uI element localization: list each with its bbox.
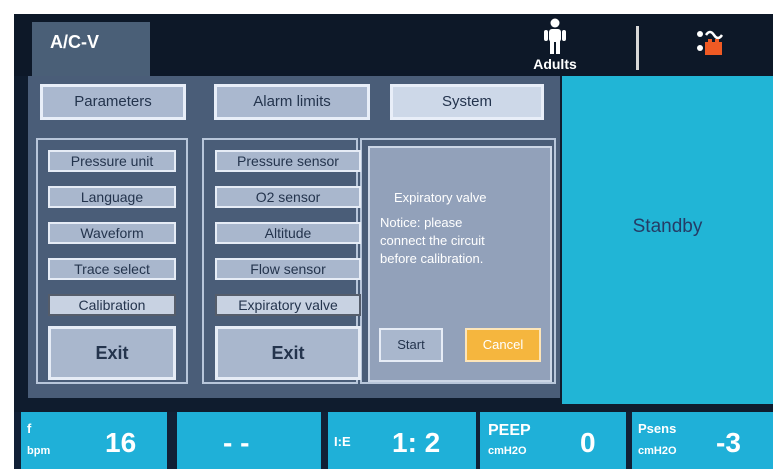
- calibration-notice: Notice: please connect the circuit befor…: [380, 215, 485, 266]
- param-rate-unit: bpm: [27, 445, 51, 457]
- param-ie-label: I:E: [334, 434, 351, 449]
- flow-sensor-button[interactable]: Flow sensor: [215, 258, 361, 280]
- parameter-bar: f bpm 16 - - I:E 1: 2 PEEP cmH2O 0 Psens…: [14, 412, 773, 469]
- altitude-button[interactable]: Altitude: [215, 222, 361, 244]
- tab-system[interactable]: System: [390, 84, 544, 120]
- calibration-dialog: Expiratory valve Notice: please connect …: [368, 146, 552, 382]
- param-rate-label: f: [27, 421, 32, 436]
- ac-battery-power-icon: [697, 30, 724, 55]
- cancel-button[interactable]: Cancel: [465, 328, 541, 362]
- ventilator-screen: A/C-V Adults Parameters Alarm limits Sys…: [14, 14, 773, 469]
- param-empty[interactable]: - -: [177, 412, 321, 469]
- patient-type[interactable]: Adults: [524, 18, 586, 74]
- exit-button-middle[interactable]: Exit: [215, 326, 361, 380]
- top-bar: A/C-V Adults: [14, 14, 773, 76]
- param-ie-ratio[interactable]: I:E 1: 2: [328, 412, 476, 469]
- param-ie-value: 1: 2: [392, 427, 441, 458]
- param-peep-value: 0: [580, 427, 596, 458]
- patient-type-label: Adults: [533, 56, 577, 72]
- settings-panel: Parameters Alarm limits System Pressure …: [28, 76, 560, 398]
- param-peep-unit: cmH2O: [488, 445, 527, 457]
- pressure-unit-button[interactable]: Pressure unit: [48, 150, 176, 172]
- calibration-title: Expiratory valve: [394, 190, 487, 205]
- param-psens-value: -3: [716, 427, 741, 458]
- status-display: Standby: [562, 76, 773, 404]
- param-empty-value: - -: [223, 427, 250, 458]
- language-button[interactable]: Language: [48, 186, 176, 208]
- expiratory-valve-button[interactable]: Expiratory valve: [215, 294, 361, 316]
- mode-indicator[interactable]: A/C-V: [32, 22, 150, 76]
- calibration-button[interactable]: Calibration: [48, 294, 176, 316]
- param-peep-label: PEEP: [488, 422, 531, 439]
- param-peep[interactable]: PEEP cmH2O 0: [480, 412, 626, 469]
- adult-person-icon: [544, 18, 566, 54]
- o2-sensor-button[interactable]: O2 sensor: [215, 186, 361, 208]
- divider: [636, 26, 639, 70]
- trace-select-button[interactable]: Trace select: [48, 258, 176, 280]
- param-psens-unit: cmH2O: [638, 445, 677, 457]
- param-psens-label: Psens: [638, 421, 677, 436]
- tab-parameters[interactable]: Parameters: [40, 84, 186, 120]
- pressure-sensor-button[interactable]: Pressure sensor: [215, 150, 361, 172]
- param-psens[interactable]: Psens cmH2O -3: [632, 412, 773, 469]
- tab-alarm-limits[interactable]: Alarm limits: [214, 84, 370, 120]
- param-rate-value: 16: [105, 427, 137, 458]
- exit-button-left[interactable]: Exit: [48, 326, 176, 380]
- waveform-button[interactable]: Waveform: [48, 222, 176, 244]
- start-button[interactable]: Start: [379, 328, 443, 362]
- param-rate[interactable]: f bpm 16: [21, 412, 167, 469]
